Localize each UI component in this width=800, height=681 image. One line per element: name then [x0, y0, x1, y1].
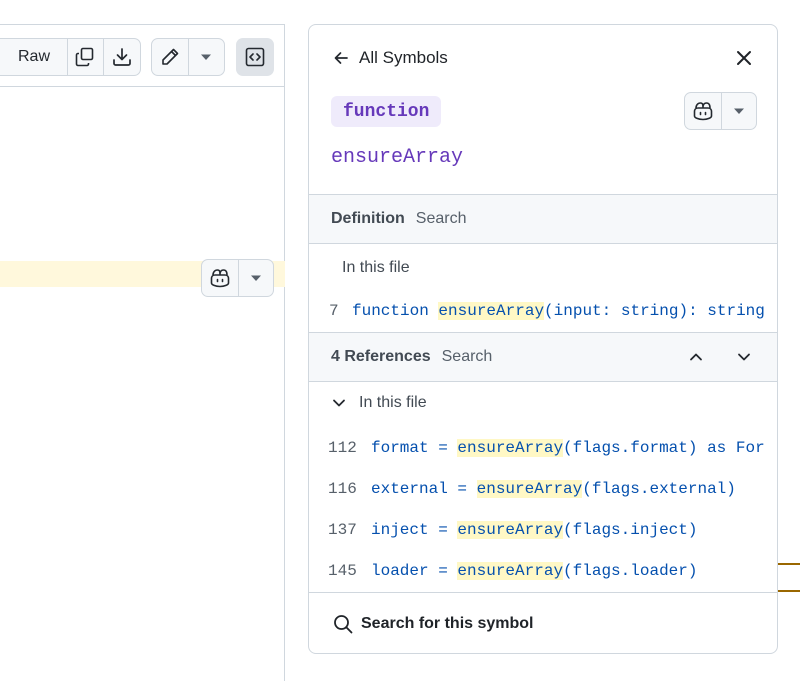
- symbols-panel: All Symbols function ensureArray Definit…: [308, 24, 778, 654]
- definition-file-label: In this file: [342, 259, 410, 276]
- raw-button-label: Raw: [18, 48, 51, 65]
- edit-actions-group: [151, 38, 225, 76]
- caret-down-icon: [734, 108, 744, 114]
- references-header: 4 References Search: [309, 332, 777, 382]
- line-number: 116: [328, 480, 357, 498]
- symbol-kind-badge: function: [331, 96, 442, 127]
- definition-header: Definition Search: [309, 194, 777, 244]
- download-button[interactable]: [104, 39, 140, 75]
- line-number: 112: [328, 439, 357, 457]
- all-symbols-label: All Symbols: [359, 48, 448, 67]
- copilot-icon: [693, 102, 713, 121]
- previous-reference-button[interactable]: [686, 347, 706, 367]
- file-actions-group: Raw: [0, 38, 141, 76]
- definition-search-tab[interactable]: Search: [416, 210, 467, 228]
- edit-button[interactable]: [152, 39, 189, 75]
- symbol-match: ensureArray: [476, 480, 583, 498]
- code-suffix: (flags.external): [582, 480, 736, 498]
- edit-menu-button[interactable]: [189, 39, 224, 75]
- code-suffix: (flags.inject): [563, 521, 698, 539]
- next-reference-button[interactable]: [734, 347, 754, 367]
- line-number: 7: [329, 302, 339, 320]
- copilot-menu-button[interactable]: [239, 260, 273, 296]
- symbol-name: ensureArray: [331, 146, 464, 169]
- code-view-panel: Raw: [0, 24, 285, 681]
- copilot-symbol-menu: [684, 92, 757, 130]
- definition-line[interactable]: 7 function ensureArray (input: string): …: [309, 298, 777, 324]
- symbol-match: ensureArray: [457, 562, 564, 580]
- code-suffix: (flags.loader): [563, 562, 698, 580]
- search-symbol-button[interactable]: Search for this symbol: [309, 592, 777, 653]
- code-prefix: external =: [371, 480, 477, 498]
- definition-title: Definition: [331, 210, 405, 227]
- pencil-icon: [162, 48, 179, 65]
- copilot-menu-button[interactable]: [722, 93, 756, 129]
- symbol-match: ensureArray: [457, 521, 564, 539]
- reference-row[interactable]: 137 inject = ensureArray (flags.inject): [309, 517, 777, 543]
- copilot-button[interactable]: [685, 93, 722, 129]
- download-icon: [112, 48, 131, 66]
- code-prefix: inject =: [371, 521, 458, 539]
- copilot-icon: [210, 269, 230, 288]
- reference-row[interactable]: 145 loader = ensureArray (flags.loader): [309, 558, 777, 584]
- arrow-left-icon: [334, 52, 348, 64]
- caret-down-icon: [201, 54, 212, 60]
- code-suffix: (flags.format) as For: [563, 439, 765, 457]
- scroll-marker: [778, 590, 800, 592]
- search-symbol-label: Search for this symbol: [361, 614, 534, 632]
- code-suffix: (input: string): string: [544, 302, 765, 320]
- chevron-down-icon: [333, 399, 345, 407]
- references-search-tab[interactable]: Search: [442, 348, 493, 366]
- caret-down-icon: [251, 275, 261, 281]
- code-square-icon: [245, 47, 265, 67]
- copilot-button[interactable]: [202, 260, 239, 296]
- references-file-group[interactable]: In this file: [331, 394, 427, 412]
- search-icon: [334, 614, 353, 633]
- code-toolbar: Raw: [0, 25, 285, 87]
- raw-button[interactable]: Raw: [0, 39, 69, 75]
- reference-row[interactable]: 116 external = ensureArray (flags.extern…: [309, 476, 777, 502]
- symbol-match: ensureArray: [438, 302, 545, 320]
- reference-row[interactable]: 112 format = ensureArray (flags.format) …: [309, 435, 777, 461]
- line-number: 137: [328, 521, 357, 539]
- chevron-down-icon: [738, 353, 750, 361]
- copy-icon: [75, 47, 94, 67]
- scroll-marker: [778, 563, 800, 565]
- x-icon: [737, 51, 751, 65]
- copilot-line-menu: [201, 259, 274, 297]
- all-symbols-link[interactable]: All Symbols: [333, 48, 448, 68]
- copy-button[interactable]: [68, 39, 104, 75]
- code-prefix: format =: [371, 439, 458, 457]
- code-prefix: function: [352, 302, 439, 320]
- references-file-label: In this file: [359, 394, 427, 411]
- symbols-toggle-button[interactable]: [236, 38, 274, 76]
- code-prefix: loader =: [371, 562, 458, 580]
- symbol-match: ensureArray: [457, 439, 564, 457]
- references-title: 4 References: [331, 348, 431, 365]
- chevron-up-icon: [690, 353, 702, 361]
- close-button[interactable]: [733, 47, 755, 69]
- line-number: 145: [328, 562, 357, 580]
